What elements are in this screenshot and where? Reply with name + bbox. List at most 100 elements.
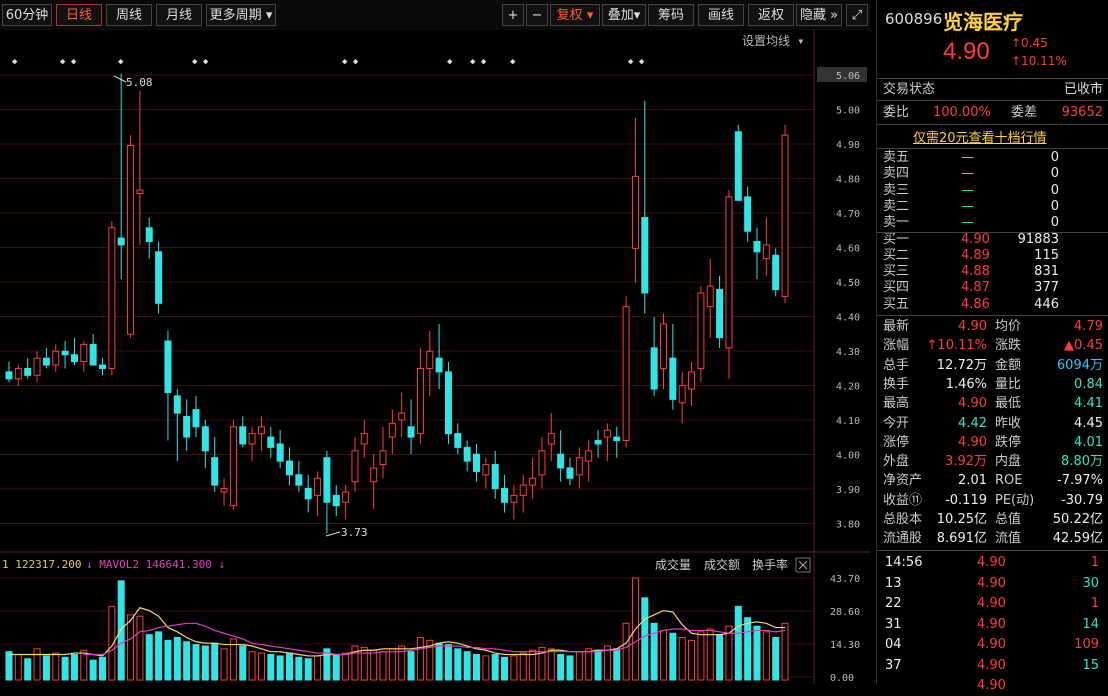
volume-bar — [332, 654, 340, 681]
tab-amount[interactable]: 成交额 — [704, 557, 740, 572]
event-flag[interactable]: ◆ — [447, 57, 453, 67]
stat-row: 收益⑪ -0.119 PE(动) -30.79 — [877, 491, 1108, 511]
overlay-dropdown[interactable]: 叠加▾ — [602, 4, 646, 26]
period-60min-button[interactable]: 60分钟 — [2, 4, 52, 26]
candle-body — [192, 409, 200, 428]
tick-row[interactable]: 13 4.90 30 — [877, 574, 1108, 594]
candle-body — [660, 323, 667, 369]
candle-body — [52, 350, 60, 366]
event-flag[interactable]: ◆ ◆ — [192, 57, 209, 67]
tick-price: 4.90 — [977, 657, 1006, 673]
volume-bar — [454, 648, 462, 681]
level-volume: 0 — [1050, 182, 1059, 198]
order-book-divider — [877, 232, 1108, 233]
bid-row[interactable]: 买五 4.86 446 — [877, 297, 1108, 313]
tab-volume[interactable]: 成交量 — [655, 557, 691, 572]
tick-volume: 109 — [1074, 637, 1099, 652]
bid-row[interactable]: 买三 4.88 831 — [877, 264, 1108, 280]
tick-row[interactable]: 31 4.90 14 — [877, 615, 1108, 635]
candle-body — [557, 453, 565, 469]
draw-line-button[interactable]: 画线 — [698, 4, 744, 26]
level2-promo-link[interactable]: 仅需20元查看十档行情 — [913, 127, 1047, 146]
volume-bar — [575, 651, 583, 681]
zoom-in-button[interactable]: + — [502, 4, 524, 26]
candle-body — [5, 371, 13, 380]
level-price: — — [961, 182, 974, 198]
tick-row[interactable]: 04 4.90 109 — [877, 635, 1108, 655]
volume-bar — [510, 655, 518, 681]
price-axis-label: 3.80 — [836, 520, 860, 531]
event-flag[interactable]: ◆ ◆ — [342, 57, 359, 67]
volume-bar — [136, 615, 144, 681]
kline-chart[interactable]: 5.06 5.00 4.90 4.80 4.70 4.60 4.50 4.40 4.30 4.20… — [0, 30, 870, 684]
tick-volume: 15 — [1082, 657, 1099, 673]
bid-row[interactable]: 买四 4.87 377 — [877, 280, 1108, 296]
ask-row[interactable]: 卖五 — 0 — [877, 150, 1108, 166]
hide-button[interactable]: 隐藏 » — [796, 4, 842, 26]
period-day-button[interactable]: 日线 — [56, 4, 102, 26]
ask-row[interactable]: 卖三 — 0 — [877, 183, 1108, 199]
expand-icon[interactable]: ⤢ — [846, 4, 868, 26]
close-icon[interactable] — [795, 557, 811, 573]
volume-bar — [314, 655, 322, 681]
tick-volume: 30 — [1082, 575, 1099, 591]
candle-body — [388, 422, 396, 438]
event-flag[interactable]: ◆ ◆ — [628, 57, 645, 67]
volume-bar — [650, 622, 658, 681]
event-flag[interactable]: ◆ — [12, 57, 18, 67]
volume-bar — [547, 648, 555, 681]
volume-ma-lines — [9, 607, 786, 657]
ask-row[interactable]: 卖四 — 0 — [877, 166, 1108, 182]
zoom-out-button[interactable]: − — [526, 4, 548, 26]
stat-row: 最高 4.90 最低 4.41 — [877, 394, 1108, 414]
stat-value: 3.92万 — [945, 454, 987, 470]
stat-value: 42.59亿 — [1052, 531, 1103, 547]
period-month-button[interactable]: 月线 — [156, 4, 202, 26]
bid-row[interactable]: 买二 4.89 115 — [877, 248, 1108, 264]
candle-body — [239, 426, 247, 445]
tick-row[interactable]: 14:56 4.90 1 — [877, 553, 1108, 573]
high-price-label: 5.08 — [126, 76, 153, 89]
event-flag[interactable]: ◆ ◆ — [470, 57, 487, 67]
tick-time: 14:56 — [885, 555, 923, 570]
event-flag[interactable]: ◆ — [510, 57, 516, 67]
stat-label: 外盘 — [883, 454, 910, 470]
candle-body — [482, 464, 490, 476]
event-flag[interactable]: ◆ ◆ — [60, 57, 77, 67]
event-flag[interactable]: ◆ — [118, 57, 124, 67]
candle-body — [70, 354, 78, 363]
event-flags[interactable]: ◆ ◆ ◆ ◆ ◆ ◆ ◆ ◆ ◆ ◆ ◆ ◆ ◆ ◆ — [12, 57, 645, 67]
tick-row[interactable]: 37 4.90 15 — [877, 656, 1108, 676]
period-week-button[interactable]: 周线 — [106, 4, 152, 26]
tick-row[interactable]: 4.90 — [877, 676, 1108, 696]
candle-body — [734, 131, 742, 201]
bid-ratio-row: 委比 100.00% 委差 93652 — [877, 103, 1108, 123]
candle-body — [14, 367, 22, 380]
bid-row[interactable]: 买一 4.90 91883 — [877, 232, 1108, 248]
ma-settings-link[interactable]: 设置均线 ▾ — [742, 34, 804, 48]
tick-row[interactable]: 22 4.90 1 — [877, 594, 1108, 614]
stat-value: 2.01 — [958, 473, 987, 489]
stat-label: 最低 — [995, 396, 1022, 412]
tick-price: 4.90 — [977, 555, 1006, 570]
price-axis-label: 4.20 — [836, 382, 860, 393]
volume-bar — [89, 659, 97, 681]
price-axis-label: 4.90 — [836, 140, 860, 151]
tab-turnover[interactable]: 换手率 — [752, 557, 788, 572]
more-periods-dropdown[interactable]: 更多周期 ▾ — [206, 4, 276, 26]
chevron-down-icon: ▾ — [586, 8, 594, 23]
stat-label: 换手 — [883, 376, 910, 392]
rights-button[interactable]: 返权 — [748, 4, 794, 26]
price-axis-label: 5.06 — [836, 71, 860, 82]
stat-label: PE(动) — [995, 492, 1035, 508]
price-axis-label: 4.00 — [836, 451, 860, 462]
bid-diff-label: 委差 — [1011, 105, 1038, 120]
stat-value: 4.90 — [958, 319, 987, 334]
volume-axis: 43.70 28.60 14.30 0.00 — [830, 574, 860, 684]
chips-button[interactable]: 筹码 — [648, 4, 694, 26]
adjust-dropdown[interactable]: 复权 ▾ — [550, 4, 600, 26]
candle-body — [211, 457, 219, 486]
stat-value: 4.90 — [958, 396, 987, 412]
ask-row[interactable]: 卖一 — 0 — [877, 215, 1108, 231]
ask-row[interactable]: 卖二 — 0 — [877, 199, 1108, 215]
